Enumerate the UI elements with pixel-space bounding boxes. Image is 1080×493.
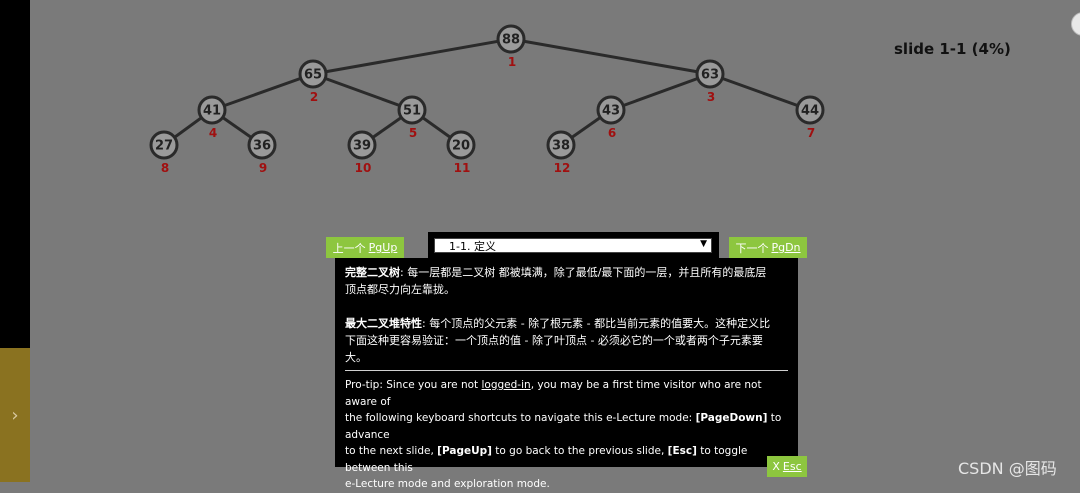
esc-key: Esc [782,460,802,473]
prev-label: 上一个 [332,241,366,255]
heap-node-value: 65 [304,68,322,83]
heap-node-value: 88 [502,33,520,48]
heap-edge [211,72,314,112]
heap-edge [510,37,711,76]
heap-edge [312,72,413,112]
term-max-heap-property: 最大二叉堆特性 [345,317,422,330]
heap-node[interactable]: 38 12 [546,130,576,175]
esc-label: X [772,460,780,473]
heap-node-index: 7 [807,126,815,140]
exit-lecture-button[interactable]: X Esc [767,456,807,477]
heap-node-value: 20 [452,139,470,154]
heap-node-value: 44 [801,104,819,119]
heap-node-index: 11 [454,161,471,175]
watermark: CSDN @图码 [958,459,1057,478]
prev-slide-button[interactable]: 上一个 PgUp [326,237,404,258]
heap-node-index: 12 [554,161,571,175]
heap-node-value: 27 [155,139,173,154]
heap-tree: 881652633414515436447278369391020113812 [149,24,825,175]
heap-node-index: 3 [707,90,715,104]
next-slide-button[interactable]: 下一个 PgDn [729,237,807,258]
max-heap-property-definition: 最大二叉堆特性: 每个顶点的父元素 - 除了根元素 - 都比当前元素的值要大。这… [345,317,771,364]
heap-node-index: 1 [508,55,516,69]
heap-node-value: 39 [353,139,371,154]
heap-node[interactable]: 41 4 [197,95,227,140]
heap-node[interactable]: 43 6 [596,95,626,140]
heap-node-index: 9 [259,161,267,175]
chevron-right-icon: › [11,404,19,426]
heap-node-index: 2 [310,90,318,104]
heap-node[interactable]: 63 3 [695,59,725,104]
heap-node-index: 10 [355,161,372,175]
heap-edge [709,72,811,112]
heap-node-value: 51 [403,104,421,119]
prev-key: PgUp [368,241,398,254]
slide-select[interactable]: 1-1. 定义 ▼ [434,238,712,253]
heap-node[interactable]: 36 9 [247,130,277,175]
term-complete-binary-tree: 完整二叉树 [345,266,400,279]
heap-node-index: 8 [161,161,169,175]
heap-node-value: 43 [602,104,620,119]
heap-edge [312,37,512,76]
divider [345,370,788,371]
pro-tip: Pro-tip: Since you are not logged-in, yo… [345,379,782,490]
heap-node[interactable]: 88 1 [496,24,526,69]
heap-node[interactable]: 51 5 [397,95,427,140]
logged-in-link[interactable]: logged-in [482,379,531,391]
lecture-content-panel: 完整二叉树: 每一层都是二叉树 都被填满，除了最低/最下面的一层，并且所有的最底… [335,258,798,490]
heap-node-value: 41 [203,104,221,119]
heap-node[interactable]: 39 10 [347,130,377,175]
heap-node[interactable]: 65 2 [298,59,328,104]
slide-select-value: 1-1. 定义 [449,239,496,253]
next-label: 下一个 [735,241,769,255]
heap-node[interactable]: 44 7 [795,95,825,140]
heap-nodes: 881652633414515436447278369391020113812 [149,24,825,175]
heap-node-index: 4 [209,126,217,140]
heap-node-value: 38 [552,139,570,154]
heap-edge [610,72,711,112]
side-panel-toggle[interactable]: › [0,348,30,482]
complete-binary-tree-definition: 完整二叉树: 每一层都是二叉树 都被填满，除了最低/最下面的一层，并且所有的最底… [345,266,767,296]
slide-number: slide 1-1 (4%) [894,40,1011,58]
heap-node-index: 5 [409,126,417,140]
dropdown-arrow-icon: ▼ [700,239,707,249]
heap-node-index: 6 [608,126,616,140]
heap-node-value: 36 [253,139,271,154]
heap-node[interactable]: 27 8 [149,130,179,175]
next-key: PgDn [771,241,801,254]
heap-node[interactable]: 2011 [446,130,476,175]
heap-node-value: 63 [701,68,719,83]
